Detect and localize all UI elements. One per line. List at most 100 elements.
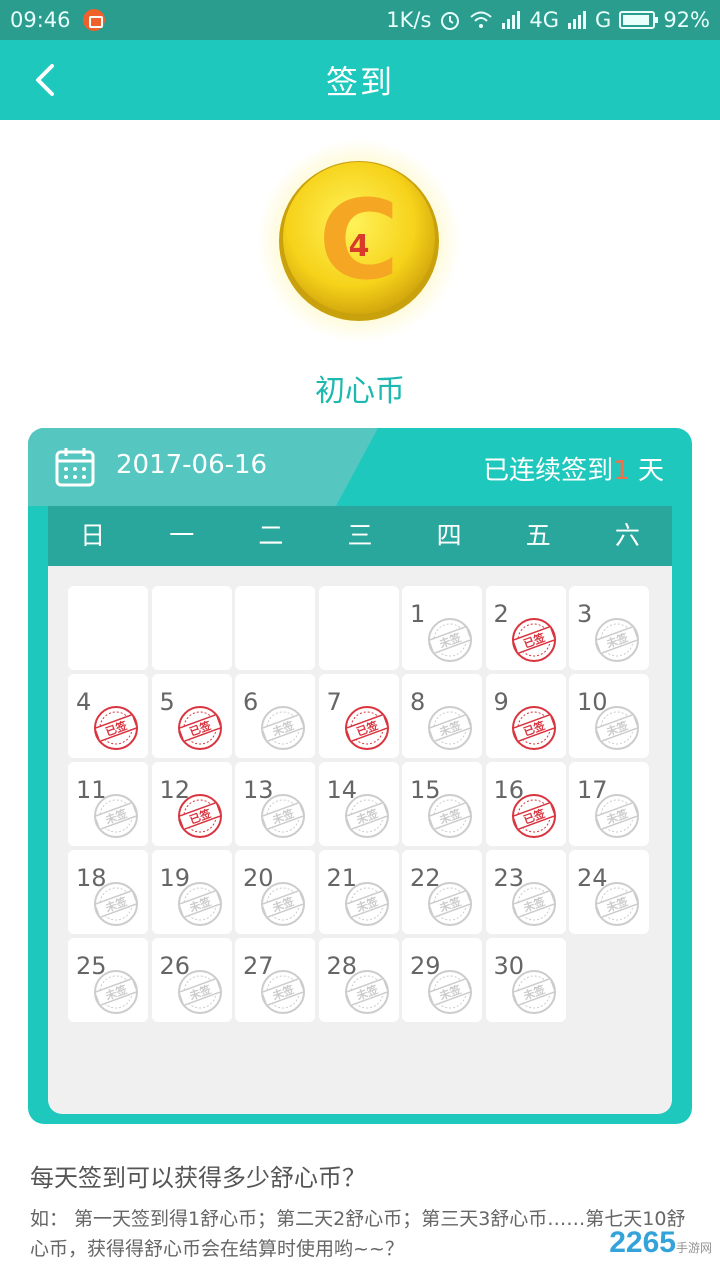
day-cell[interactable]: 7 已签 — [318, 674, 399, 758]
wifi-icon — [470, 11, 493, 28]
streak-count: 1 — [613, 456, 630, 486]
unsigned-stamp-icon: 未签 — [260, 882, 306, 926]
battery-icon — [619, 11, 659, 29]
day-cell[interactable]: 19 未签 — [151, 850, 232, 934]
unsigned-stamp-icon: 未签 — [594, 618, 640, 662]
day-cell[interactable]: 5 已签 — [151, 674, 232, 758]
signal-icon-2 — [568, 11, 587, 29]
day-cell[interactable]: 24 未签 — [569, 850, 649, 934]
day-cell[interactable]: 28 未签 — [318, 938, 399, 1022]
day-cell[interactable]: 16 已签 — [485, 762, 566, 846]
chevron-left-icon[interactable] — [28, 62, 64, 98]
signed-stamp-icon: 已签 — [511, 794, 556, 838]
signed-stamp-icon: 已签 — [177, 706, 222, 750]
day-cell[interactable]: 12 已签 — [151, 762, 232, 846]
page-title: 签到 — [325, 63, 394, 101]
signed-stamp-icon: 已签 — [93, 706, 139, 750]
app-header: 签到 — [0, 40, 720, 120]
day-cell[interactable]: 15 未签 — [402, 762, 482, 846]
weekday-label: 三 — [347, 521, 373, 550]
unsigned-stamp-icon: 未签 — [344, 970, 389, 1014]
status-time: 09:46 — [10, 8, 71, 32]
alarm-icon — [441, 12, 460, 30]
day-cell[interactable]: 4 已签 — [68, 674, 148, 758]
day-cell[interactable]: 20 未签 — [235, 850, 315, 934]
status-bar: 09:46 1K/s 4G G 92% — [0, 0, 720, 40]
day-cell[interactable]: 25 未签 — [68, 938, 148, 1022]
day-number: 4 — [76, 688, 92, 716]
faq-title: 每天签到可以获得多少舒心币？ — [30, 1164, 366, 1192]
day-cell[interactable]: 2 已签 — [485, 586, 566, 670]
unsigned-stamp-icon: 未签 — [427, 794, 473, 838]
day-cell[interactable]: 1 未签 — [402, 586, 482, 670]
unsigned-stamp-icon: 未签 — [511, 970, 556, 1014]
day-number: 8 — [410, 688, 426, 716]
coin-label: 初心币 — [315, 374, 405, 409]
day-cell-empty — [235, 586, 315, 670]
day-cell[interactable]: 29 未签 — [402, 938, 482, 1022]
day-cell[interactable]: 18 未签 — [68, 850, 148, 934]
signed-stamp-icon: 已签 — [177, 794, 222, 838]
calendar-card: 2017-06-16 已连续签到1 天 日一二三四五六 1 未签 2 已签 3 未签 4 已签… — [28, 428, 692, 1124]
network-speed: 1K/s — [386, 8, 432, 32]
notification-icon — [82, 9, 105, 31]
watermark-sub: 手游网 — [675, 1241, 712, 1255]
unsigned-stamp-icon: 未签 — [93, 970, 139, 1014]
faq-body: 如： 第一天签到得1舒心币；第二天2舒心币；第三天3舒心币……第七天10舒心币，… — [30, 1208, 686, 1260]
coin-badge: C 4 — [256, 138, 462, 344]
weekday-label: 五 — [525, 521, 551, 550]
day-number: 3 — [577, 600, 593, 628]
weekday-label: 一 — [169, 521, 195, 550]
day-cell-empty — [68, 586, 148, 670]
day-cell[interactable]: 26 未签 — [151, 938, 232, 1022]
day-cell[interactable]: 9 已签 — [485, 674, 566, 758]
day-cell[interactable]: 11 未签 — [68, 762, 148, 846]
day-cell[interactable]: 17 未签 — [569, 762, 649, 846]
day-cell[interactable]: 21 未签 — [318, 850, 399, 934]
unsigned-stamp-icon: 未签 — [427, 706, 473, 750]
day-cell-empty — [318, 586, 399, 670]
weekday-label: 六 — [614, 521, 640, 550]
unsigned-stamp-icon: 未签 — [511, 882, 556, 926]
day-cell-empty — [151, 586, 232, 670]
watermark-text: 2265 — [609, 1226, 676, 1259]
day-number: 9 — [493, 688, 509, 716]
day-number: 6 — [243, 688, 259, 716]
signal-icon — [502, 11, 521, 29]
day-cell[interactable]: 10 未签 — [569, 674, 649, 758]
day-cell[interactable]: 6 未签 — [235, 674, 315, 758]
day-number: 7 — [326, 688, 342, 716]
network-type: 4G — [529, 8, 560, 32]
unsigned-stamp-icon: 未签 — [93, 882, 139, 926]
unsigned-stamp-icon: 未签 — [177, 882, 222, 926]
day-number: 5 — [159, 688, 175, 716]
streak-text: 已连续签到1 天 — [483, 450, 664, 487]
day-cell[interactable]: 30 未签 — [485, 938, 566, 1022]
unsigned-stamp-icon: 未签 — [594, 706, 640, 750]
day-cell[interactable]: 3 未签 — [569, 586, 649, 670]
signed-stamp-icon: 已签 — [511, 706, 556, 750]
weekday-row: 日一二三四五六 — [48, 506, 672, 566]
day-cell[interactable]: 27 未签 — [235, 938, 315, 1022]
calendar-grid: 1 未签 2 已签 3 未签 4 已签 5 已签 6 未签 7 已签 8 未签 9 已签 10 未签 11 未签 12 已签 1… — [68, 586, 649, 1022]
unsigned-stamp-icon: 未签 — [427, 970, 473, 1014]
unsigned-stamp-icon: 未签 — [260, 794, 306, 838]
signed-stamp-icon: 已签 — [511, 618, 556, 662]
unsigned-stamp-icon: 未签 — [427, 882, 473, 926]
day-number: 1 — [410, 600, 426, 628]
day-cell[interactable]: 8 未签 — [402, 674, 482, 758]
day-cell[interactable]: 23 未签 — [485, 850, 566, 934]
day-cell[interactable]: 22 未签 — [402, 850, 482, 934]
unsigned-stamp-icon: 未签 — [260, 970, 306, 1014]
streak-suffix: 天 — [629, 456, 664, 486]
day-cell[interactable]: 14 未签 — [318, 762, 399, 846]
battery-percent: 92% — [663, 8, 710, 32]
signed-stamp-icon: 已签 — [344, 706, 389, 750]
watermark-logo: 2265手游网 — [609, 1226, 712, 1260]
calendar-grid-area: 1 未签 2 已签 3 未签 4 已签 5 已签 6 未签 7 已签 8 未签 9 已签 10 未签 11 未签 12 已签 1… — [48, 566, 672, 1114]
weekday-label: 日 — [80, 521, 106, 550]
day-cell[interactable]: 13 未签 — [235, 762, 315, 846]
network-type-2: G — [595, 8, 612, 32]
unsigned-stamp-icon: 未签 — [260, 706, 306, 750]
calendar-header: 2017-06-16 已连续签到1 天 — [28, 428, 692, 506]
